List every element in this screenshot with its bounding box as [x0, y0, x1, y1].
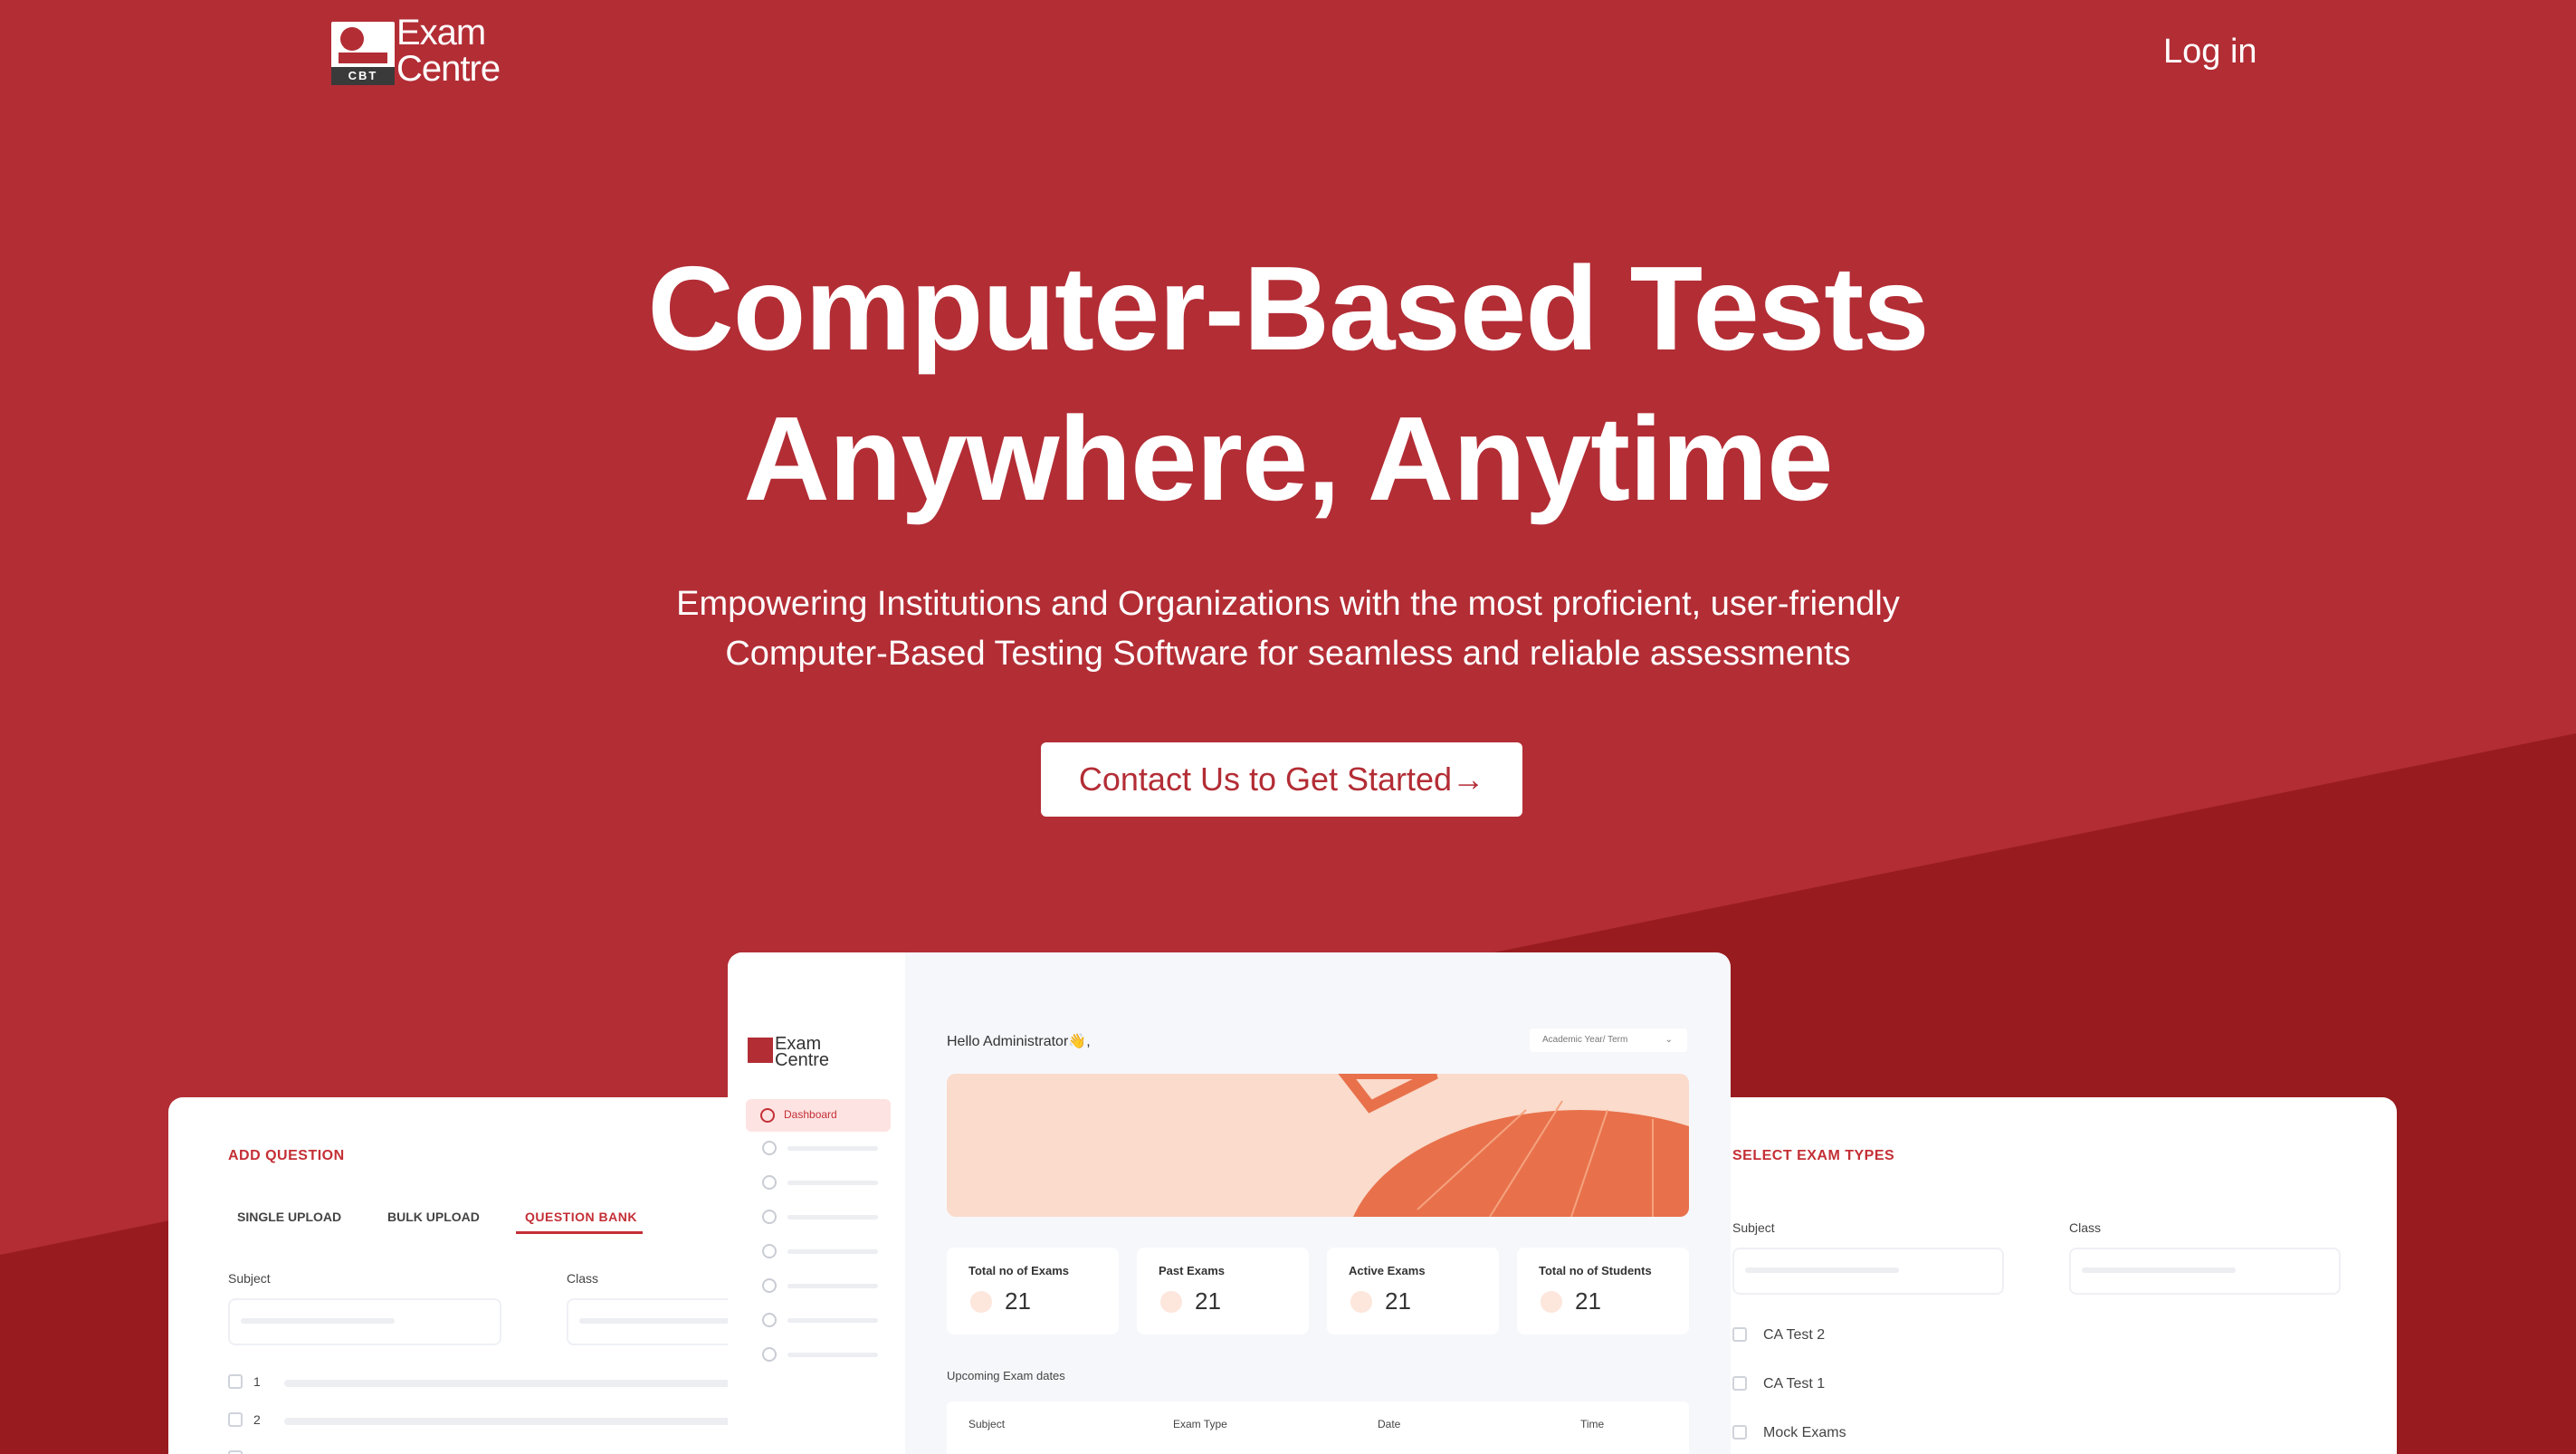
- table-header: Subject: [968, 1418, 1006, 1430]
- academic-term-label: Academic Year/ Term: [1542, 1035, 1628, 1045]
- stat-value: 21: [1005, 1287, 1031, 1315]
- dashboard-icon: [760, 1108, 775, 1123]
- chart-icon: [762, 1278, 777, 1293]
- sidebar-item[interactable]: [746, 1170, 889, 1197]
- sidebar-item[interactable]: [746, 1239, 889, 1266]
- class-label: Class: [2069, 1220, 2102, 1235]
- active-exams-stat-icon: [1350, 1291, 1372, 1313]
- question-number: 2: [253, 1412, 261, 1427]
- stat-value: 21: [1195, 1287, 1221, 1315]
- hero-subtitle-line2: Computer-Based Testing Software for seam…: [725, 635, 1851, 673]
- stat-card: Active Exams 21: [1327, 1248, 1499, 1334]
- banner-illustration: [1338, 1074, 1689, 1217]
- question-checkbox[interactable]: [228, 1374, 243, 1389]
- sidebar-item-label: Dashboard: [784, 1108, 837, 1121]
- logo-badge: CBT: [331, 67, 395, 85]
- mini-logo-wordmark: Exam Centre: [775, 1034, 830, 1070]
- hero-title: Computer-Based Tests Anywhere, Anytime: [0, 234, 2576, 534]
- upcoming-exams-label: Upcoming Exam dates: [947, 1369, 1065, 1382]
- subject-label: Subject: [1732, 1220, 1775, 1235]
- exams-icon: [762, 1141, 777, 1155]
- stat-value: 21: [1385, 1287, 1411, 1315]
- stat-label: Past Exams: [1159, 1264, 1225, 1277]
- stat-card: Total no of Exams 21: [947, 1248, 1119, 1334]
- login-link[interactable]: Log in: [2163, 33, 2257, 72]
- users-icon: [762, 1175, 777, 1190]
- class-label: Class: [567, 1271, 599, 1286]
- table-header: Exam Type: [1173, 1418, 1227, 1430]
- stat-label: Total no of Exams: [968, 1264, 1069, 1277]
- mini-logo-icon: [748, 1038, 773, 1063]
- add-question-heading: ADD QUESTION: [228, 1148, 345, 1163]
- hero-title-line1: Computer-Based Tests: [647, 242, 1929, 375]
- select-exam-types-heading: SELECT EXAM TYPES: [1732, 1148, 1895, 1163]
- logout-icon: [762, 1347, 777, 1362]
- sidebar-item-dashboard[interactable]: Dashboard: [746, 1099, 891, 1132]
- question-checkbox[interactable]: [228, 1450, 243, 1454]
- subject-label: Subject: [228, 1271, 271, 1286]
- exam-type-option: CA Test 1: [1763, 1376, 1826, 1392]
- greeting-text: Hello Administrator👋,: [947, 1034, 1091, 1049]
- sidebar-item[interactable]: [746, 1273, 889, 1300]
- hero-subtitle: Empowering Institutions and Organization…: [0, 579, 2576, 679]
- upcoming-exams-table: Subject Exam Type Date Time: [947, 1401, 1689, 1454]
- brand-logo[interactable]: CBT Exam Centre: [331, 14, 501, 87]
- dashboard-banner: [947, 1074, 1689, 1217]
- tab-question-bank[interactable]: QUESTION BANK: [525, 1210, 637, 1224]
- dashboard-sidebar: Exam Centre Dashboard: [728, 952, 905, 1454]
- hero-title-line2: Anywhere, Anytime: [743, 392, 1833, 525]
- sidebar-item[interactable]: [746, 1135, 889, 1162]
- subject-select[interactable]: [228, 1298, 501, 1345]
- subject-select[interactable]: [1732, 1248, 2004, 1295]
- sidebar-item[interactable]: [746, 1342, 889, 1369]
- students-stat-icon: [1541, 1291, 1562, 1313]
- exam-type-checkbox[interactable]: [1732, 1376, 1747, 1391]
- stat-card: Past Exams 21: [1137, 1248, 1309, 1334]
- tab-bulk-upload[interactable]: BULK UPLOAD: [387, 1210, 480, 1224]
- exam-type-checkbox[interactable]: [1732, 1327, 1747, 1342]
- chevron-down-icon: ⌄: [1665, 1035, 1673, 1045]
- question-checkbox[interactable]: [228, 1412, 243, 1427]
- dashboard-preview-card: Exam Centre Dashboard Hello Administrato…: [728, 952, 1731, 1454]
- class-select[interactable]: [2069, 1248, 2341, 1295]
- stat-label: Active Exams: [1349, 1264, 1426, 1277]
- clock-icon: [762, 1244, 777, 1258]
- hero-subtitle-line1: Empowering Institutions and Organization…: [676, 585, 1900, 623]
- stat-value: 21: [1575, 1287, 1601, 1315]
- sidebar-item[interactable]: [746, 1204, 889, 1231]
- exam-type-option: Mock Exams: [1763, 1425, 1846, 1440]
- tab-single-upload[interactable]: SINGLE UPLOAD: [237, 1210, 341, 1224]
- sidebar-item[interactable]: [746, 1307, 889, 1334]
- past-exams-stat-icon: [1160, 1291, 1182, 1313]
- contact-cta-button[interactable]: Contact Us to Get Started→: [1041, 742, 1522, 817]
- question-number: 1: [253, 1374, 261, 1389]
- settings-icon: [762, 1313, 777, 1327]
- exams-stat-icon: [970, 1291, 992, 1313]
- stat-label: Total no of Students: [1539, 1264, 1652, 1277]
- logo-wordmark: Exam Centre: [396, 13, 501, 89]
- stat-card: Total no of Students 21: [1517, 1248, 1689, 1334]
- exam-type-option: CA Test 2: [1763, 1327, 1826, 1343]
- academic-term-select[interactable]: Academic Year/ Term ⌄: [1530, 1028, 1687, 1052]
- exam-type-checkbox[interactable]: [1732, 1425, 1747, 1440]
- active-tab-indicator: [516, 1231, 643, 1234]
- table-header: Time: [1580, 1418, 1605, 1430]
- groups-icon: [762, 1210, 777, 1224]
- table-header: Date: [1378, 1418, 1401, 1430]
- logo-mark-icon: CBT: [331, 22, 395, 85]
